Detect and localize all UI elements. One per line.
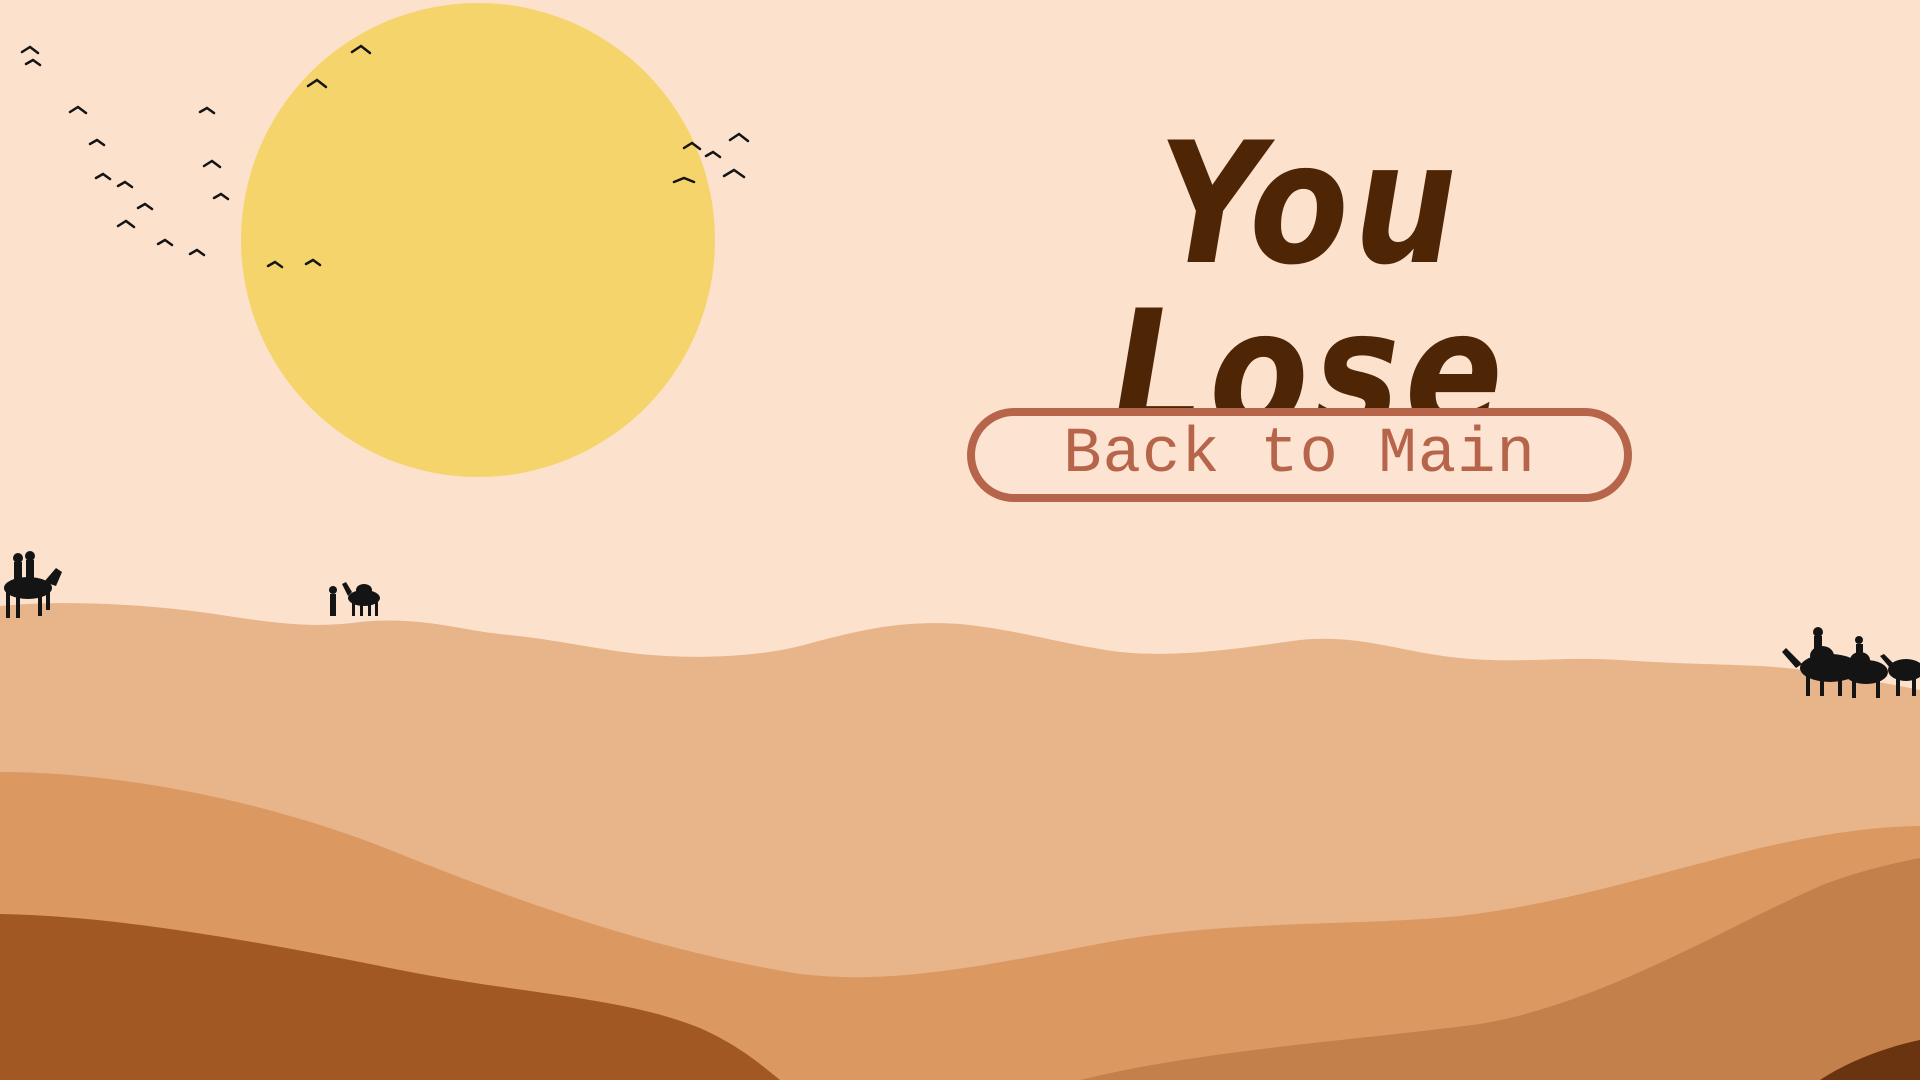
sun: [241, 3, 715, 477]
game-over-screen: You Lose Back to Main: [0, 0, 1920, 1080]
desert-background: [0, 0, 1920, 1080]
game-over-title: You Lose: [1112, 106, 1508, 470]
back-to-main-button[interactable]: Back to Main: [967, 408, 1632, 502]
